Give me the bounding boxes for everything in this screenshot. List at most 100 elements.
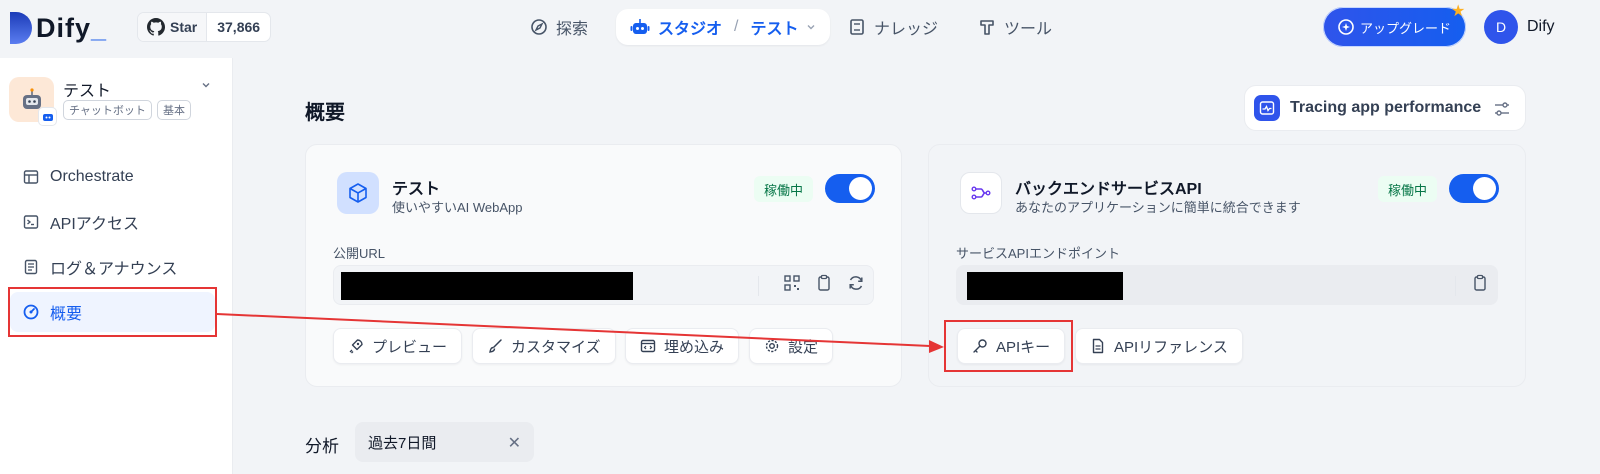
api-card-subtitle: あなたのアプリケーションに簡単に統合できます [1015, 200, 1301, 215]
sidebar-item-api-access[interactable]: APIアクセス [10, 202, 215, 242]
settings-button[interactable]: 設定 [749, 328, 834, 364]
clear-icon[interactable]: ✕ [508, 433, 521, 453]
compass-icon [531, 19, 547, 35]
webapp-enable-toggle[interactable] [825, 174, 875, 203]
terminal-icon [23, 215, 39, 229]
nav-explore[interactable]: 探索 [530, 9, 588, 45]
top-bar: Dify _ Star 37,866 探索 スタジオ / テスト ナレッジ ツール… [0, 0, 1600, 58]
period-select[interactable]: 過去7日間 ✕ [355, 422, 534, 462]
upgrade-label: アップグレード [1359, 20, 1451, 36]
nav-explore-label: 探索 [556, 21, 589, 38]
logo-text: Dify [36, 12, 92, 43]
webapp-card-icon [337, 172, 379, 214]
api-card-title: バックエンドサービスAPI [1015, 181, 1202, 198]
app-mode-tag: 基本 [157, 100, 191, 120]
analysis-label: 分析 [305, 437, 339, 456]
url-actions [783, 274, 865, 292]
status-badge: 稼働中 [1378, 176, 1438, 202]
logo-cursor: _ [91, 12, 107, 43]
tracing-icon [1254, 95, 1280, 121]
nav-current-app[interactable]: テスト [750, 15, 798, 39]
pulse-window-icon [1259, 101, 1275, 115]
sidebar-item-label: ログ＆アナウンス [50, 261, 178, 278]
webapp-card: テスト 使いやすいAI WebApp 稼働中 公開URL プレビュー カスタマイ… [305, 144, 902, 387]
api-endpoint-label: サービスAPIエンドポイント [956, 246, 1120, 261]
layout-icon [23, 170, 39, 184]
endpoint-actions [1471, 274, 1489, 292]
sidebar-item-orchestrate[interactable]: Orchestrate [10, 157, 215, 197]
redacted-url [341, 272, 633, 300]
api-reference-label: APIリファレンス [1114, 338, 1228, 356]
api-endpoint-field[interactable] [956, 265, 1498, 305]
nav-knowledge-label: ナレッジ [874, 21, 939, 38]
nav-knowledge[interactable]: ナレッジ [848, 9, 938, 45]
tracing-label: Tracing app performance [1290, 99, 1482, 116]
api-card-icon [960, 172, 1002, 214]
gear-icon [765, 339, 779, 353]
highlight-box-api-key [944, 320, 1073, 372]
breadcrumb-separator: / [734, 18, 739, 35]
app-type-tag: チャットボット [63, 100, 152, 120]
hammer-icon [980, 20, 994, 35]
settings-sliders-icon[interactable] [1493, 100, 1511, 118]
github-star-label: Star [170, 19, 198, 35]
chevron-down-icon[interactable] [201, 80, 211, 90]
github-icon [147, 18, 165, 36]
embed-code-icon [640, 339, 656, 353]
sidebar: テスト チャットボット 基本 Orchestrate APIアクセス ログ＆アナ… [0, 58, 233, 474]
api-reference-button[interactable]: APIリファレンス [1075, 328, 1243, 364]
chevron-down-icon[interactable] [806, 22, 816, 32]
book-icon [850, 19, 864, 35]
page-title: 概要 [305, 102, 345, 124]
embed-label: 埋め込み [664, 338, 725, 356]
brush-icon [489, 339, 502, 353]
app-name[interactable]: テスト [63, 77, 111, 101]
preview-label: プレビュー [372, 338, 448, 356]
star-sparkle-icon: ★ [1451, 3, 1466, 20]
copy-icon[interactable] [1471, 274, 1489, 292]
refresh-icon[interactable] [847, 274, 865, 292]
divider [1455, 276, 1456, 296]
redacted-endpoint [967, 272, 1123, 300]
api-connection-icon [971, 186, 991, 200]
embed-button[interactable]: 埋め込み [625, 328, 740, 364]
cube-icon [349, 183, 367, 203]
chevron-down-glyph [202, 83, 210, 88]
nav-studio-label: スタジオ [658, 21, 723, 38]
github-star-widget[interactable]: Star 37,866 [137, 12, 272, 42]
status-badge: 稼働中 [754, 176, 814, 202]
github-star-button[interactable]: Star [138, 13, 208, 41]
preview-button[interactable]: プレビュー [333, 328, 463, 364]
toggle-knob [849, 177, 872, 200]
nav-tools-label: ツール [1004, 21, 1053, 38]
webapp-card-title: テスト [392, 181, 441, 198]
file-list-icon [24, 259, 38, 275]
robot-icon [630, 19, 650, 34]
highlight-box-overview [8, 287, 217, 337]
nav-tools[interactable]: ツール [978, 9, 1052, 45]
period-value: 過去7日間 [368, 434, 437, 452]
dify-logo[interactable]: Dify _ [10, 10, 106, 46]
nav-studio[interactable]: スタジオ / テスト [616, 9, 831, 45]
avatar[interactable]: D [1484, 10, 1518, 44]
qr-code-icon[interactable] [783, 274, 801, 292]
sidebar-item-label: Orchestrate [50, 168, 134, 185]
upgrade-button[interactable]: アップグレード [1323, 7, 1466, 47]
rocket-icon [349, 339, 363, 354]
user-name[interactable]: Dify [1527, 18, 1555, 36]
toggle-knob [1473, 177, 1496, 200]
copy-icon[interactable] [815, 274, 833, 292]
github-star-count: 37,866 [217, 19, 261, 35]
public-url-field[interactable] [333, 265, 874, 305]
api-enable-toggle[interactable] [1449, 174, 1499, 203]
chatbot-badge-icon [38, 107, 57, 126]
customize-button[interactable]: カスタマイズ [472, 328, 616, 364]
sidebar-item-logs[interactable]: ログ＆アナウンス [10, 247, 215, 287]
customize-label: カスタマイズ [511, 338, 601, 356]
public-url-label: 公開URL [333, 246, 386, 261]
logo-mark-icon [10, 12, 32, 44]
sparkles-icon [1338, 19, 1354, 35]
webapp-card-subtitle: 使いやすいAI WebApp [392, 200, 523, 215]
settings-label: 設定 [788, 338, 819, 356]
tracing-app-performance-button[interactable]: Tracing app performance [1244, 85, 1526, 131]
